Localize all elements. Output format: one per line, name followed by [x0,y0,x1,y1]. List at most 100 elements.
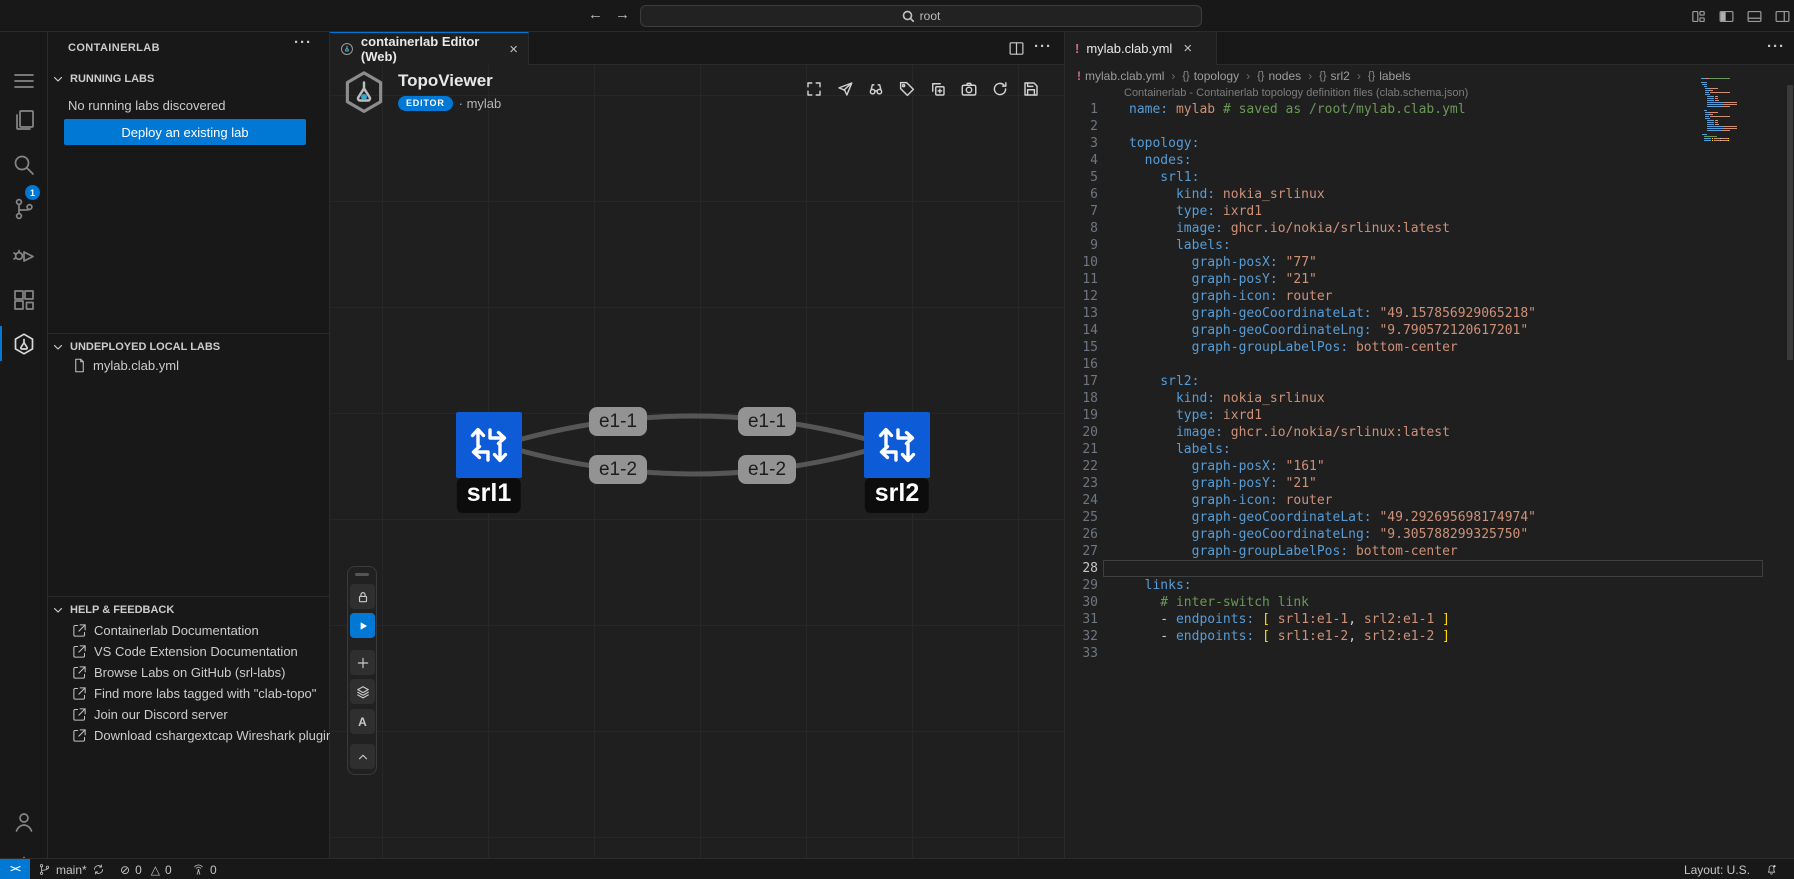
code-line[interactable]: 5 srl1: [1065,169,1781,186]
code-line[interactable]: 17 srl2: [1065,373,1781,390]
find-node-icon[interactable] [865,78,886,99]
remote-indicator[interactable]: >< [0,859,30,879]
code-line[interactable]: 11 graph-posY: "21" [1065,271,1781,288]
notifications-bell[interactable] [1765,859,1778,879]
code-line[interactable]: 14 graph-geoCoordinateLng: "9.7905721206… [1065,322,1781,339]
code-line[interactable]: 15 graph-groupLabelPos: bottom-center [1065,339,1781,356]
code-line[interactable]: 32 - endpoints: [ srl1:e1-2, srl2:e1-2 ] [1065,628,1781,645]
customize-layout-icon[interactable] [1690,8,1707,25]
code-line[interactable]: 7 type: ixrd1 [1065,203,1781,220]
help-link[interactable]: Containerlab Documentation [48,620,330,641]
layers-icon[interactable] [350,679,375,704]
extensions-icon[interactable] [12,288,36,312]
code-line[interactable]: 19 type: ixrd1 [1065,407,1781,424]
code-line[interactable]: 27 graph-groupLabelPos: bottom-center [1065,543,1781,560]
link-endpoint-label[interactable]: e1-2 [589,455,647,484]
breadcrumb-item[interactable]: {}topology [1182,69,1239,83]
code-line[interactable]: 30 # inter-switch link [1065,594,1781,611]
close-icon[interactable]: × [509,41,518,58]
deploy-lab-button[interactable]: Deploy an existing lab [64,119,306,145]
help-link[interactable]: Join our Discord server [48,704,330,725]
code-line[interactable]: 23 graph-posY: "21" [1065,475,1781,492]
code-line[interactable]: 33 [1065,645,1781,662]
containerlab-view-icon[interactable] [12,332,36,356]
code-line[interactable]: 29 links: [1065,577,1781,594]
code-line[interactable]: 6 kind: nokia_srlinux [1065,186,1781,203]
menu-icon[interactable] [12,69,36,93]
code-line[interactable]: 8 image: ghcr.io/nokia/srlinux:latest [1065,220,1781,237]
code-line[interactable]: 31 - endpoints: [ srl1:e1-1, srl2:e1-1 ] [1065,611,1781,628]
code-line[interactable]: 13 graph-geoCoordinateLat: "49.157856929… [1065,305,1781,322]
code-line[interactable]: 12 graph-icon: router [1065,288,1781,305]
accounts-icon[interactable] [12,810,36,834]
ports-status[interactable]: 0 [192,859,217,879]
editor-more-actions[interactable]: ··· [1034,38,1052,55]
close-icon[interactable]: × [1183,40,1192,57]
keyboard-layout-status[interactable]: Layout: U.S. [1684,859,1750,879]
code-line[interactable]: 25 graph-geoCoordinateLat: "49.292695698… [1065,509,1781,526]
code-line[interactable]: 9 labels: [1065,237,1781,254]
explorer-icon[interactable] [12,108,36,132]
split-editor-icon[interactable] [1008,40,1025,57]
back-icon[interactable]: ← [588,6,603,23]
labels-tag-icon[interactable] [896,78,917,99]
tab-mylab-yml[interactable]: ! mylab.clab.yml × [1065,32,1217,65]
help-link[interactable]: Find more labs tagged with "clab-topo" [48,683,330,704]
code-line[interactable]: 20 image: ghcr.io/nokia/srlinux:latest [1065,424,1781,441]
link-endpoint-label[interactable]: e1-1 [589,407,647,436]
code-line[interactable]: 18 kind: nokia_srlinux [1065,390,1781,407]
source-control-icon[interactable] [12,197,36,221]
code-line[interactable]: 21 labels: [1065,441,1781,458]
link-endpoint-label[interactable]: e1-1 [738,407,796,436]
breadcrumb-item[interactable]: !mylab.clab.yml [1077,69,1164,83]
text-label-icon[interactable]: A [350,709,375,734]
clone-add-icon[interactable] [927,78,948,99]
navigate-icon[interactable] [834,78,855,99]
link-endpoint-label[interactable]: e1-2 [738,455,796,484]
forward-icon[interactable]: → [615,6,630,23]
minimap[interactable] [1701,78,1763,143]
reload-icon[interactable] [989,78,1010,99]
run-play-icon[interactable] [350,613,375,638]
code-line[interactable]: 3topology: [1065,135,1781,152]
lock-icon[interactable] [350,584,375,609]
undeployed-lab-item[interactable]: mylab.clab.yml [48,354,330,376]
sidebar-more-actions[interactable]: ··· [294,34,312,51]
topology-node-srl2[interactable] [864,412,930,478]
breadcrumb-item[interactable]: {}srl2 [1319,69,1350,83]
code-line[interactable]: 22 graph-posX: "161" [1065,458,1781,475]
running-labs-header[interactable]: RUNNING LABS [48,68,330,90]
scrollbar[interactable] [1787,85,1793,360]
help-feedback-header[interactable]: HELP & FEEDBACK [48,599,330,621]
branch-status[interactable]: main* [38,859,105,879]
topology-node-srl1[interactable] [456,412,522,478]
editor-more-actions[interactable]: ··· [1767,38,1785,55]
search-view-icon[interactable] [12,153,36,177]
save-icon[interactable] [1020,78,1041,99]
toggle-secondary-sidebar-icon[interactable] [1774,8,1791,25]
fit-view-icon[interactable] [803,78,824,99]
help-link[interactable]: Browse Labs on GitHub (srl-labs) [48,662,330,683]
run-and-debug-icon[interactable] [12,243,36,267]
help-link[interactable]: VS Code Extension Documentation [48,641,330,662]
toggle-primary-sidebar-icon[interactable] [1718,8,1735,25]
help-link[interactable]: Download cshargextcap Wireshark plugin [48,725,330,746]
code-line[interactable]: 24 graph-icon: router [1065,492,1781,509]
code-line[interactable]: 16 [1065,356,1781,373]
collapse-chevron-icon[interactable] [350,744,375,769]
tab-containerlab-editor[interactable]: containerlab Editor (Web) × [330,32,529,65]
add-node-icon[interactable] [350,650,375,675]
screenshot-camera-icon[interactable] [958,78,979,99]
problems-status[interactable]: ⊘ 0 △ 0 [120,859,172,879]
drag-handle[interactable] [355,573,369,576]
code-line[interactable]: 10 graph-posX: "77" [1065,254,1781,271]
code-line[interactable]: 26 graph-geoCoordinateLng: "9.3057882993… [1065,526,1781,543]
toggle-panel-icon[interactable] [1746,8,1763,25]
code-line[interactable]: 28 [1065,560,1781,577]
command-center-search[interactable]: root [640,5,1202,27]
breadcrumb-item[interactable]: {}labels [1368,69,1411,83]
code-line[interactable]: 1name: mylab # saved as /root/mylab.clab… [1065,101,1781,118]
code-line[interactable]: 2 [1065,118,1781,135]
code-line[interactable]: 4 nodes: [1065,152,1781,169]
breadcrumb-item[interactable]: {}nodes [1257,69,1301,83]
